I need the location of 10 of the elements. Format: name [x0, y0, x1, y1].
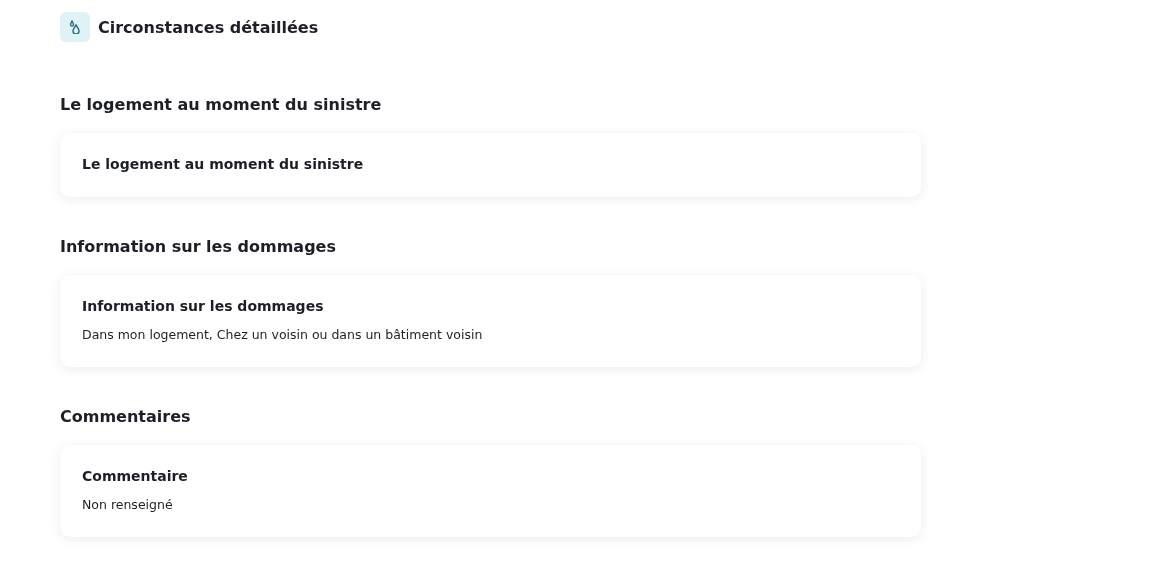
card-title: Commentaire: [82, 467, 189, 485]
page-title: Circonstances détaillées: [98, 17, 319, 37]
section-heading: Commentaires: [60, 407, 192, 427]
water-drop-icon: [69, 20, 81, 34]
section-heading: Information sur les dommages: [60, 237, 337, 257]
card-title: Le logement au moment du sinistre: [82, 155, 365, 173]
section-heading: Le logement au moment du sinistre: [60, 95, 383, 115]
card-value: Dans mon logement, Chez un voisin ou dans un bâtiment voisin: [82, 327, 484, 343]
card-title: Information sur les dommages: [82, 297, 325, 315]
card-value: Non renseigné: [82, 497, 174, 513]
